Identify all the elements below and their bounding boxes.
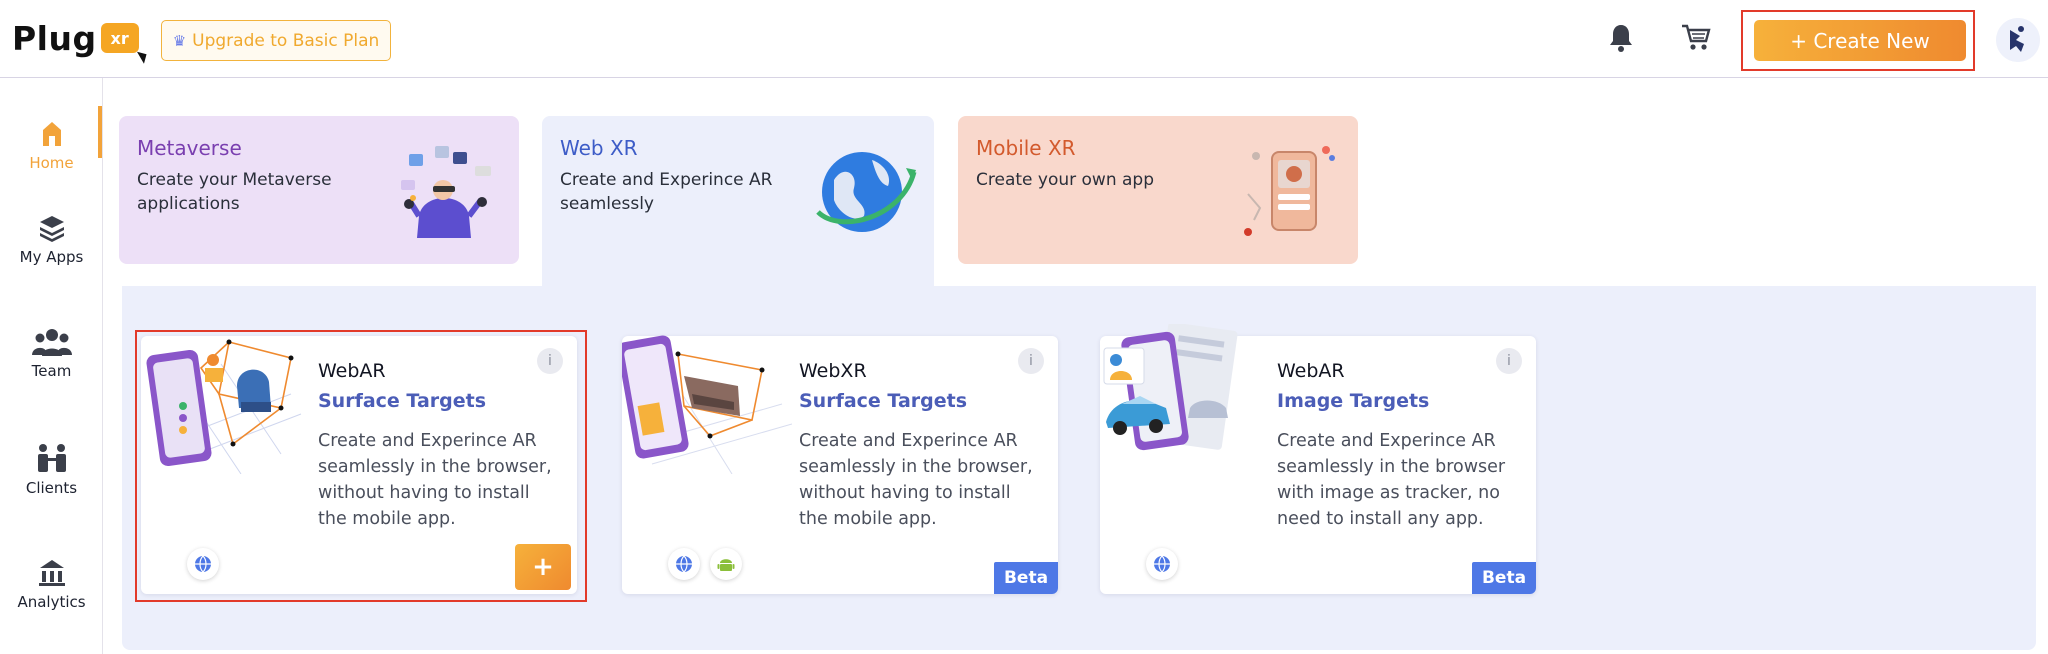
beta-badge: Beta (1472, 562, 1536, 594)
mobile-app-illustration-icon (1244, 146, 1335, 236)
avatar-figure-icon (1996, 18, 2040, 62)
card-type: WebXR (799, 360, 867, 382)
team-icon (31, 329, 72, 356)
tab-metaverse[interactable]: Metaverse Create your Metaverse applicat… (119, 116, 519, 264)
sidebar-item-label: Home (29, 154, 74, 172)
webar-image-illustration-icon (1103, 324, 1238, 451)
card-webar-image-targets[interactable]: WebAR Image Targets Create and Experince… (1100, 324, 1536, 594)
sidebar-item-team[interactable]: Team (0, 314, 103, 394)
android-platform-icon (710, 548, 742, 580)
plugxr-logo[interactable]: Plug xr (12, 18, 150, 64)
sidebar-item-home[interactable]: Home (0, 106, 103, 186)
crown-icon: ♛ (172, 31, 187, 50)
add-button[interactable]: + (515, 544, 571, 590)
upgrade-plan-button[interactable]: ♛ Upgrade to Basic Plan (161, 20, 391, 61)
webar-surface-illustration-icon (146, 339, 302, 474)
globe-illustration-icon (816, 152, 917, 232)
card-subtitle: Image Targets (1277, 390, 1430, 412)
create-new-button[interactable]: + Create New (1754, 20, 1966, 61)
info-icon[interactable]: i (1496, 348, 1522, 374)
web-platform-icon (668, 548, 700, 580)
sidebar-item-analytics[interactable]: Analytics (0, 544, 103, 624)
sidebar-item-label: Clients (25, 479, 78, 497)
webxr-surface-illustration-icon (622, 335, 792, 474)
card-type: WebAR (318, 360, 386, 382)
tab-description: Create and Experince AR seamlessly (560, 170, 773, 214)
metaverse-illustration-icon (401, 146, 491, 238)
info-icon[interactable]: i (537, 348, 563, 374)
sidebar-item-label: Team (31, 362, 72, 380)
info-icon[interactable]: i (1018, 348, 1044, 374)
cart-icon[interactable] (1680, 22, 1712, 52)
card-description: Create and Experince AR seamlessly in th… (1277, 431, 1506, 529)
sidebar-item-label: My Apps (19, 248, 84, 266)
tab-description: Create your Metaverse applications (137, 170, 332, 214)
card-subtitle: Surface Targets (318, 390, 487, 412)
bell-icon[interactable] (1606, 22, 1636, 54)
home-icon (42, 122, 61, 146)
cursor-icon (136, 48, 150, 64)
analytics-icon (38, 560, 65, 586)
card-description: Create and Experince AR seamlessly in th… (799, 431, 1033, 529)
layers-icon (39, 216, 64, 242)
logo-text: Plug (12, 18, 97, 58)
card-webxr-surface-targets[interactable]: WebXR Surface Targets Create and Experin… (622, 335, 1058, 594)
avatar[interactable] (1996, 18, 2040, 62)
tab-mobile-xr[interactable]: Mobile XR Create your own app (958, 116, 1358, 264)
tab-description: Create your own app (976, 170, 1155, 190)
upgrade-plan-label: Upgrade to Basic Plan (192, 30, 380, 51)
sidebar-item-my-apps[interactable]: My Apps (0, 200, 103, 280)
sidebar-item-label: Analytics (17, 593, 86, 611)
clients-icon (37, 444, 66, 472)
sidebar: Home My Apps Team Clients Analytics (0, 78, 103, 654)
card-subtitle: Surface Targets (799, 390, 968, 412)
tab-web-xr[interactable]: Web XR Create and Experince AR seamlessl… (542, 116, 934, 288)
logo-badge: xr (100, 23, 150, 64)
web-platform-icon (1146, 548, 1178, 580)
card-webar-surface-targets[interactable]: WebAR Surface Targets Create and Experin… (141, 336, 577, 594)
web-platform-icon (187, 548, 219, 580)
sidebar-item-clients[interactable]: Clients (0, 430, 103, 510)
logo-badge-text: xr (110, 28, 129, 48)
top-header: Plug xr ♛ Upgrade to Basic Plan + Create… (0, 0, 2048, 78)
card-type: WebAR (1277, 360, 1345, 382)
card-description: Create and Experince AR seamlessly in th… (318, 431, 552, 529)
create-new-highlight: + Create New (1741, 10, 1975, 71)
beta-badge: Beta (994, 562, 1058, 594)
